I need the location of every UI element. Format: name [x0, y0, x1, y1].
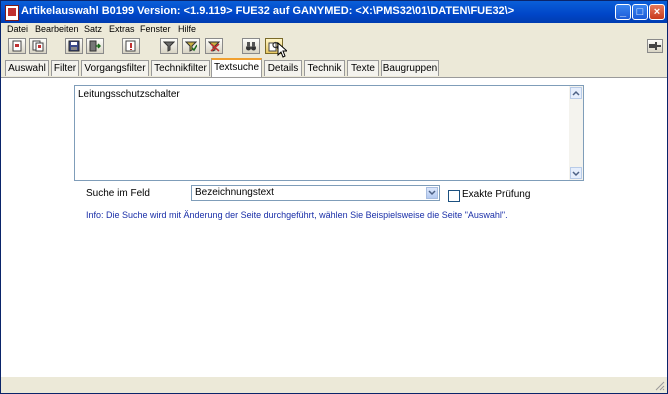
exit-button[interactable] — [86, 38, 104, 54]
funnel-check-icon — [185, 41, 197, 52]
document-icon — [12, 40, 22, 52]
resize-grip-icon[interactable] — [653, 379, 665, 391]
title-bar: Artikelauswahl B0199 Version: <1.9.119> … — [1, 1, 667, 23]
tab-auswahl[interactable]: Auswahl — [5, 60, 49, 76]
tab-technik[interactable]: Technik — [304, 60, 345, 76]
dropdown-button[interactable] — [426, 187, 438, 199]
tab-vorgangsfilter[interactable]: Vorgangsfilter — [81, 60, 149, 76]
tab-filter[interactable]: Filter — [51, 60, 79, 76]
funnel-icon — [163, 41, 175, 52]
field-label: Suche im Feld — [86, 188, 150, 199]
filter-apply-button[interactable] — [182, 38, 200, 54]
menu-datei[interactable]: Datei — [7, 24, 28, 34]
menu-bar: Datei Bearbeiten Satz Extras Fenster Hil… — [1, 23, 667, 36]
textsuche-panel: Leitungsschutzschalter Suche im Feld Bez… — [1, 77, 667, 378]
search-text-area[interactable]: Leitungsschutzschalter — [74, 85, 584, 181]
menu-fenster[interactable]: Fenster — [140, 24, 171, 34]
info-text: Info: Die Suche wird mit Änderung der Se… — [86, 210, 508, 220]
chevron-up-icon — [572, 90, 580, 96]
menu-satz[interactable]: Satz — [84, 24, 102, 34]
app-icon — [5, 5, 19, 21]
copy-document-icon — [32, 40, 44, 52]
door-exit-icon — [89, 40, 101, 52]
toolbar — [1, 38, 667, 56]
new-record-button[interactable] — [8, 38, 26, 54]
tab-baugruppen[interactable]: Baugruppen — [381, 60, 439, 76]
maximize-button[interactable]: □ — [632, 4, 648, 20]
copy-record-button[interactable] — [29, 38, 47, 54]
chevron-down-icon — [572, 171, 580, 177]
scroll-down-button[interactable] — [570, 167, 582, 179]
app-window: Artikelauswahl B0199 Version: <1.9.119> … — [0, 0, 668, 394]
exact-match-label: Exakte Prüfung — [462, 189, 531, 200]
chevron-down-icon — [428, 190, 436, 196]
field-select-value: Bezeichnungstext — [195, 187, 274, 198]
exact-match-checkbox[interactable] — [448, 190, 460, 202]
tab-details[interactable]: Details — [264, 60, 302, 76]
window-title: Artikelauswahl B0199 Version: <1.9.119> … — [21, 5, 515, 17]
pin-button[interactable] — [647, 39, 663, 53]
save-button[interactable] — [65, 38, 83, 54]
scroll-up-button[interactable] — [570, 87, 582, 99]
minimize-button[interactable]: _ — [615, 4, 631, 20]
tab-texte[interactable]: Texte — [347, 60, 379, 76]
menu-hilfe[interactable]: Hilfe — [178, 24, 196, 34]
close-button[interactable]: × — [649, 4, 665, 20]
status-bar — [1, 377, 667, 393]
vertical-scrollbar[interactable] — [569, 86, 583, 180]
pin-icon — [649, 42, 661, 50]
filter-button[interactable] — [160, 38, 178, 54]
tab-technikfilter[interactable]: Technikfilter — [151, 60, 210, 76]
delete-record-button[interactable] — [122, 38, 140, 54]
floppy-disk-icon — [68, 40, 80, 52]
tab-textsuche[interactable]: Textsuche — [211, 58, 262, 77]
menu-extras[interactable]: Extras — [109, 24, 135, 34]
funnel-cross-icon — [208, 41, 220, 52]
binoculars-icon — [246, 42, 256, 51]
mouse-cursor-icon — [277, 42, 287, 58]
search-text-value: Leitungsschutzschalter — [78, 89, 180, 100]
field-select[interactable]: Bezeichnungstext — [191, 185, 440, 201]
filter-clear-button[interactable] — [205, 38, 223, 54]
tab-bar: Auswahl Filter Vorgangsfilter Technikfil… — [1, 58, 667, 77]
document-exclamation-icon — [125, 40, 136, 52]
menu-bearbeiten[interactable]: Bearbeiten — [35, 24, 79, 34]
search-button[interactable] — [242, 38, 260, 54]
